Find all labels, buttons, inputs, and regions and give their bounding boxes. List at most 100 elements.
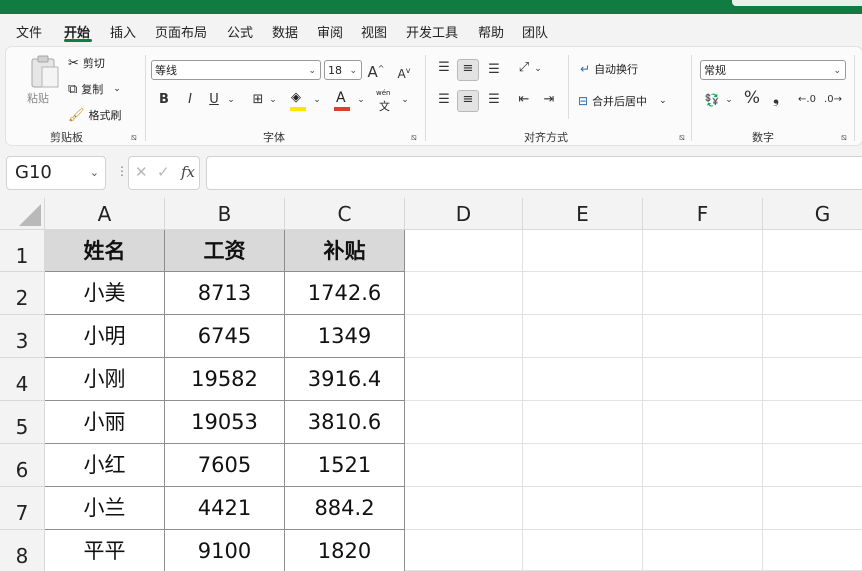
empty-cell[interactable] [643, 401, 763, 444]
empty-cell[interactable] [643, 272, 763, 315]
empty-cell[interactable] [763, 230, 862, 272]
column-header-c[interactable]: C [285, 198, 405, 230]
tab-developer[interactable]: 开发工具 [406, 22, 458, 41]
tab-view[interactable]: 视图 [361, 22, 387, 41]
empty-cell[interactable] [405, 487, 523, 530]
chevron-down-icon[interactable]: ⌄ [312, 91, 322, 109]
empty-cell[interactable] [763, 358, 862, 401]
align-center-icon[interactable]: ≡ [457, 90, 479, 112]
tab-team[interactable]: 团队 [522, 22, 548, 41]
format-painter-button[interactable]: 🖌 格式刷 [68, 107, 122, 123]
chevron-down-icon[interactable]: ⌄ [724, 91, 734, 109]
empty-cell[interactable] [523, 272, 643, 315]
empty-cell[interactable] [523, 358, 643, 401]
table-cell[interactable]: 7605 [165, 444, 285, 487]
column-header-a[interactable]: A [45, 198, 165, 230]
row-header-2[interactable]: 2 [0, 272, 45, 315]
empty-cell[interactable] [405, 358, 523, 401]
chevron-down-icon[interactable]: ⌄ [400, 91, 410, 109]
decrease-indent-icon[interactable]: ⇤ [514, 91, 534, 109]
fill-color-button[interactable]: ◈ [287, 90, 311, 112]
table-cell[interactable]: 19582 [165, 358, 285, 401]
decrease-decimal-icon[interactable]: .0→ [822, 91, 844, 109]
table-header-cell[interactable]: 姓名 [45, 230, 165, 272]
column-header-d[interactable]: D [405, 198, 523, 230]
align-left-icon[interactable]: ☰ [434, 91, 454, 109]
empty-cell[interactable] [763, 530, 862, 571]
empty-cell[interactable] [523, 401, 643, 444]
table-cell[interactable]: 3810.6 [285, 401, 405, 444]
tab-formulas[interactable]: 公式 [227, 22, 253, 41]
empty-cell[interactable] [643, 230, 763, 272]
dialog-launcher-icon[interactable]: ⧅ [411, 133, 417, 143]
increase-decimal-icon[interactable]: ←.0 [796, 91, 818, 109]
align-right-icon[interactable]: ☰ [484, 91, 504, 109]
empty-cell[interactable] [643, 358, 763, 401]
empty-cell[interactable] [523, 444, 643, 487]
tab-review[interactable]: 审阅 [317, 22, 343, 41]
table-cell[interactable]: 小刚 [45, 358, 165, 401]
table-cell[interactable]: 19053 [165, 401, 285, 444]
column-header-e[interactable]: E [523, 198, 643, 230]
number-format-select[interactable]: 常规 ⌄ [700, 60, 846, 80]
table-cell[interactable]: 8713 [165, 272, 285, 315]
align-bottom-icon[interactable]: ☰ [484, 61, 504, 81]
empty-cell[interactable] [523, 487, 643, 530]
row-header-1[interactable]: 1 [0, 230, 45, 272]
empty-cell[interactable] [405, 230, 523, 272]
row-header-5[interactable]: 5 [0, 401, 45, 444]
formula-input[interactable] [206, 156, 862, 190]
empty-cell[interactable] [763, 444, 862, 487]
table-cell[interactable]: 小兰 [45, 487, 165, 530]
copy-button[interactable]: ⧉ 复制 ⌄ [68, 81, 121, 97]
chevron-down-icon[interactable]: ⌄ [226, 91, 236, 109]
table-cell[interactable]: 1349 [285, 315, 405, 358]
orientation-icon[interactable]: ⤢ [515, 59, 533, 79]
wrap-text-button[interactable]: ↵ 自动换行 [580, 61, 638, 77]
tab-data[interactable]: 数据 [272, 22, 298, 41]
table-header-cell[interactable]: 工资 [165, 230, 285, 272]
enter-icon[interactable]: ✓ [157, 163, 170, 181]
tab-page-layout[interactable]: 页面布局 [155, 22, 207, 41]
currency-format-icon[interactable]: 💱 [702, 91, 722, 109]
table-cell[interactable]: 小丽 [45, 401, 165, 444]
row-header-4[interactable]: 4 [0, 358, 45, 401]
empty-cell[interactable] [405, 444, 523, 487]
empty-cell[interactable] [523, 230, 643, 272]
bold-button[interactable]: B [156, 91, 172, 109]
empty-cell[interactable] [763, 401, 862, 444]
empty-cell[interactable] [763, 487, 862, 530]
table-cell[interactable]: 1742.6 [285, 272, 405, 315]
align-middle-icon[interactable]: ≡ [457, 59, 479, 81]
merge-center-button[interactable]: ⊟ 合并后居中 ⌄ [578, 93, 667, 109]
comma-style-button[interactable]: ❟ [768, 89, 784, 107]
empty-cell[interactable] [643, 315, 763, 358]
font-color-button[interactable]: A [331, 90, 355, 112]
table-cell[interactable]: 小明 [45, 315, 165, 358]
column-header-b[interactable]: B [165, 198, 285, 230]
column-header-f[interactable]: F [643, 198, 763, 230]
empty-cell[interactable] [523, 315, 643, 358]
align-top-icon[interactable]: ☰ [434, 59, 454, 79]
borders-icon[interactable]: ⊞ [249, 91, 267, 109]
empty-cell[interactable] [405, 530, 523, 571]
empty-cell[interactable] [405, 401, 523, 444]
chevron-down-icon[interactable]: ⌄ [90, 157, 99, 189]
row-header-7[interactable]: 7 [0, 487, 45, 530]
table-cell[interactable]: 1820 [285, 530, 405, 571]
empty-cell[interactable] [763, 315, 862, 358]
empty-cell[interactable] [643, 487, 763, 530]
empty-cell[interactable] [643, 444, 763, 487]
select-all-button[interactable] [0, 198, 45, 230]
insert-function-button[interactable]: fx [181, 163, 195, 181]
chevron-down-icon[interactable]: ⌄ [268, 91, 278, 109]
tab-insert[interactable]: 插入 [110, 22, 136, 41]
chevron-down-icon[interactable]: ⌄ [659, 96, 667, 106]
column-header-g[interactable]: G [763, 198, 862, 230]
chevron-down-icon[interactable]: ⌄ [356, 91, 366, 109]
font-size-select[interactable]: 18 ⌄ [324, 60, 362, 80]
table-cell[interactable]: 4421 [165, 487, 285, 530]
more-options-icon[interactable]: ⋮ [116, 164, 128, 178]
table-cell[interactable]: 9100 [165, 530, 285, 571]
cancel-icon[interactable]: ✕ [135, 163, 148, 181]
